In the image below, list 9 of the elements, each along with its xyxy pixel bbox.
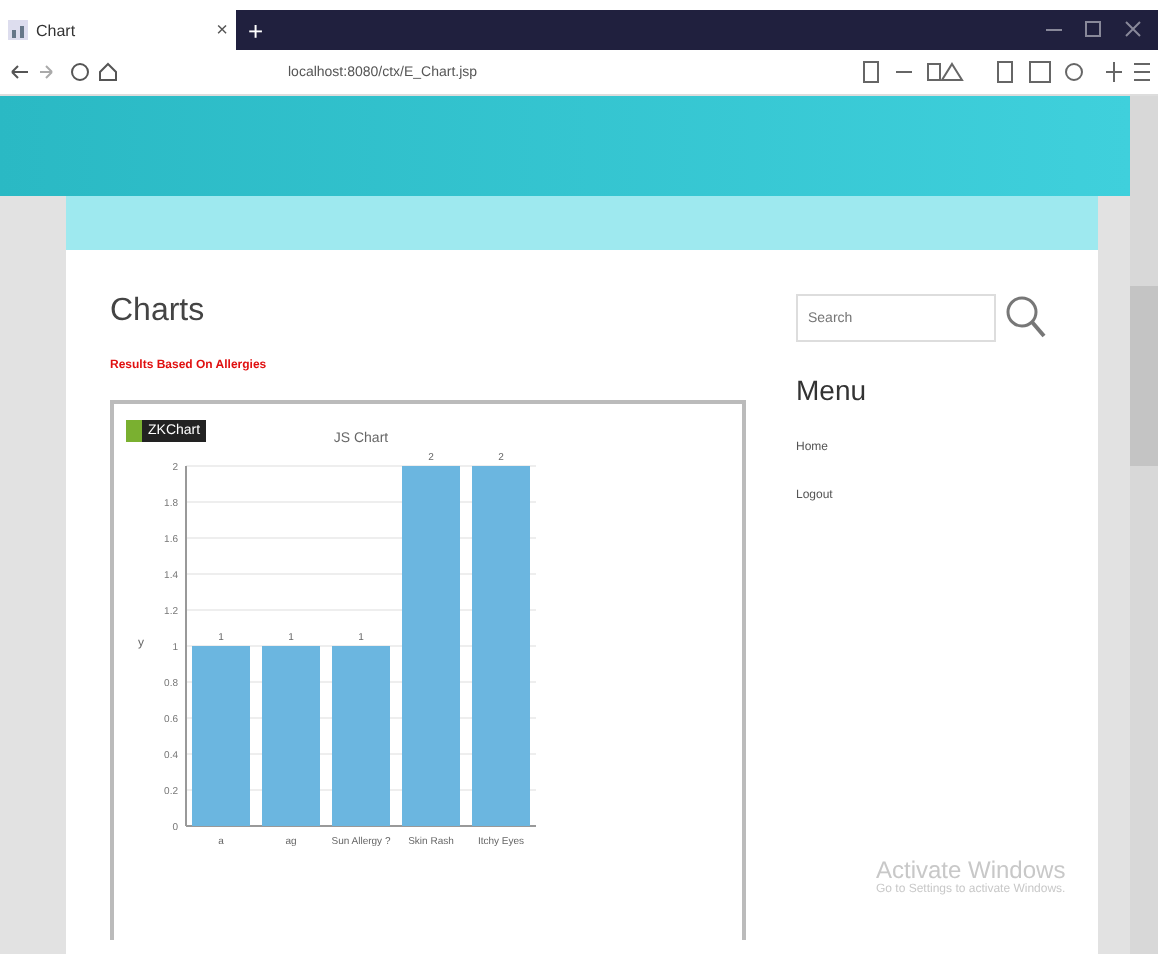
chart-icon [8,20,28,40]
page-heading: Charts [110,294,207,330]
new-tab-button[interactable]: + [248,15,264,45]
close-icon[interactable]: × [216,19,228,41]
search-icon[interactable] [1004,294,1048,342]
tab-title: Chart [36,21,78,39]
browser-tab[interactable]: Chart × [0,10,236,50]
menu-title: Menu [796,374,869,406]
scrollbar-thumb[interactable] [1130,286,1158,466]
